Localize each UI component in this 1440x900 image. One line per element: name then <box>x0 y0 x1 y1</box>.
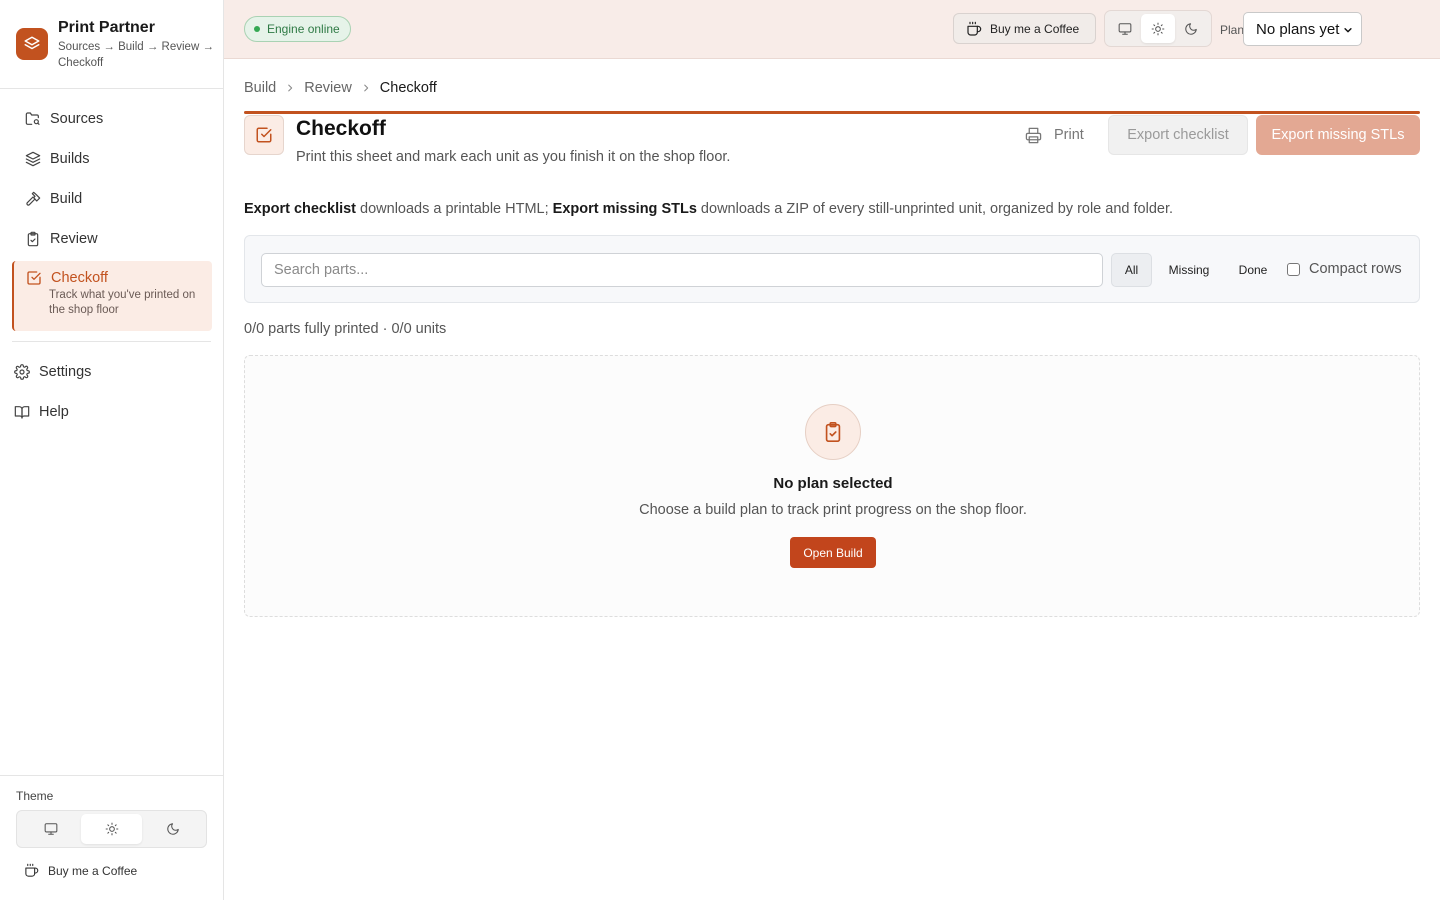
check-square-icon <box>27 271 41 285</box>
export-description-text: downloads a printable HTML; <box>356 201 553 217</box>
search-input[interactable] <box>261 253 1103 287</box>
theme-switcher <box>16 810 207 848</box>
compact-rows-toggle[interactable]: Compact rows <box>1287 261 1402 277</box>
divider <box>0 88 223 89</box>
monitor-icon <box>44 823 57 835</box>
plan-select[interactable]: No plans yet <box>1243 12 1362 46</box>
app-logo-icon <box>16 28 48 60</box>
gear-icon <box>14 364 30 380</box>
page-icon <box>244 115 284 155</box>
engine-status-text: Engine online <box>267 22 340 36</box>
sidebar-item-label: Sources <box>50 111 104 127</box>
printer-icon <box>1025 127 1042 143</box>
empty-state-title: No plan selected <box>773 475 893 492</box>
buy-coffee-link[interactable]: Buy me a Coffee <box>24 863 137 878</box>
compact-rows-checkbox[interactable] <box>1287 262 1300 276</box>
filter-bar: All Missing Done Compact rows <box>244 235 1420 303</box>
engine-status-badge: Engine online <box>244 16 351 42</box>
compact-rows-label: Compact rows <box>1309 261 1402 277</box>
sidebar-item-build[interactable]: Build <box>12 179 212 219</box>
sidebar-secondary-nav: Settings Help <box>14 352 214 432</box>
filter-all-button[interactable]: All <box>1111 253 1152 287</box>
export-missing-term: Export missing STLs <box>552 201 697 217</box>
sidebar-item-label: Review <box>50 231 98 247</box>
sidebar-item-review[interactable]: Review <box>12 219 212 259</box>
sidebar-item-checkoff[interactable]: Checkoff Track what you've printed on th… <box>12 261 212 331</box>
empty-state: No plan selected Choose a build plan to … <box>244 355 1420 617</box>
sidebar: Print Partner Sources → Build → Review →… <box>0 0 224 900</box>
chevron-right-icon <box>361 83 371 93</box>
theme-light-button[interactable] <box>1141 14 1175 43</box>
sun-icon <box>105 822 118 836</box>
export-description-text: downloads a ZIP of every still-unprinted… <box>696 201 1173 217</box>
coffee-icon <box>967 21 982 36</box>
print-button[interactable]: Print <box>1014 115 1098 155</box>
coffee-icon <box>25 863 39 877</box>
sidebar-item-sources[interactable]: Sources <box>12 99 212 139</box>
sidebar-item-label: Help <box>39 404 69 420</box>
divider <box>0 775 223 776</box>
theme-label: Theme <box>16 789 54 803</box>
sidebar-item-builds[interactable]: Builds <box>12 139 212 179</box>
export-checklist-term: Export checklist <box>244 201 357 217</box>
export-description: Export checklist downloads a printable H… <box>244 201 1173 217</box>
progress-summary: 0/0 parts fully printed · 0/0 units <box>244 321 447 337</box>
hammer-icon <box>26 191 41 206</box>
sun-icon <box>1151 22 1165 35</box>
sidebar-item-description: Track what you've printed on the shop fl… <box>49 289 196 316</box>
sidebar-item-label: Builds <box>50 151 90 167</box>
export-missing-stls-button[interactable]: Export missing STLs <box>1256 115 1420 155</box>
theme-dark-button[interactable] <box>1175 14 1208 43</box>
chevron-down-icon <box>1344 28 1352 33</box>
brand: Print Partner Sources → Build → Review →… <box>16 18 216 71</box>
export-checklist-button[interactable]: Export checklist <box>1108 115 1248 155</box>
page-title: Checkoff <box>296 117 386 140</box>
chevron-right-icon <box>285 83 295 93</box>
buy-coffee-button[interactable]: Buy me a Coffee <box>953 13 1096 44</box>
sidebar-item-label: Checkoff <box>51 270 108 286</box>
plan-label: Plan <box>1220 23 1245 37</box>
sidebar-item-help[interactable]: Help <box>14 392 214 432</box>
monitor-icon <box>1118 22 1132 35</box>
topbar: Engine online Buy me a Coffee Plan No pl… <box>224 0 1440 59</box>
filter-missing-button[interactable]: Missing <box>1158 253 1220 287</box>
breadcrumb-review[interactable]: Review <box>304 80 352 96</box>
check-square-icon <box>256 127 272 143</box>
status-dot <box>254 26 260 32</box>
moon-icon <box>166 823 179 835</box>
sidebar-item-settings[interactable]: Settings <box>14 352 214 392</box>
theme-switcher <box>1104 10 1212 47</box>
app-flow: Sources → Build → Review → Checkoff <box>58 41 214 69</box>
sidebar-nav: Sources Builds Build Review Checkoff Tra… <box>12 99 212 331</box>
breadcrumb: Build Review Checkoff <box>244 80 437 96</box>
empty-state-subtitle: Choose a build plan to track print progr… <box>639 502 1027 518</box>
filter-done-button[interactable]: Done <box>1228 253 1278 287</box>
page-subtitle: Print this sheet and mark each unit as y… <box>296 149 731 165</box>
layers-icon <box>25 151 41 167</box>
buy-coffee-label: Buy me a Coffee <box>48 863 138 878</box>
print-label: Print <box>1054 127 1084 143</box>
sidebar-item-label: Build <box>50 191 83 207</box>
breadcrumb-current: Checkoff <box>379 80 437 96</box>
sidebar-item-label: Settings <box>39 364 92 380</box>
folder-search-icon <box>25 112 40 125</box>
divider <box>12 341 211 342</box>
header-accent-line <box>244 111 1420 114</box>
clipboard-icon <box>27 231 39 247</box>
open-build-button[interactable]: Open Build <box>790 537 876 568</box>
clipboard-check-icon <box>825 422 841 442</box>
theme-system-button[interactable] <box>20 814 81 844</box>
theme-dark-button[interactable] <box>142 814 203 844</box>
buy-coffee-label: Buy me a Coffee <box>990 21 1080 36</box>
plan-select-value: No plans yet <box>1256 20 1340 38</box>
theme-system-button[interactable] <box>1108 14 1141 43</box>
breadcrumb-build[interactable]: Build <box>244 80 276 96</box>
moon-icon <box>1185 22 1198 35</box>
empty-state-icon <box>805 404 861 460</box>
book-icon <box>14 406 30 419</box>
theme-light-button[interactable] <box>81 814 142 844</box>
app-name: Print Partner <box>58 19 155 36</box>
